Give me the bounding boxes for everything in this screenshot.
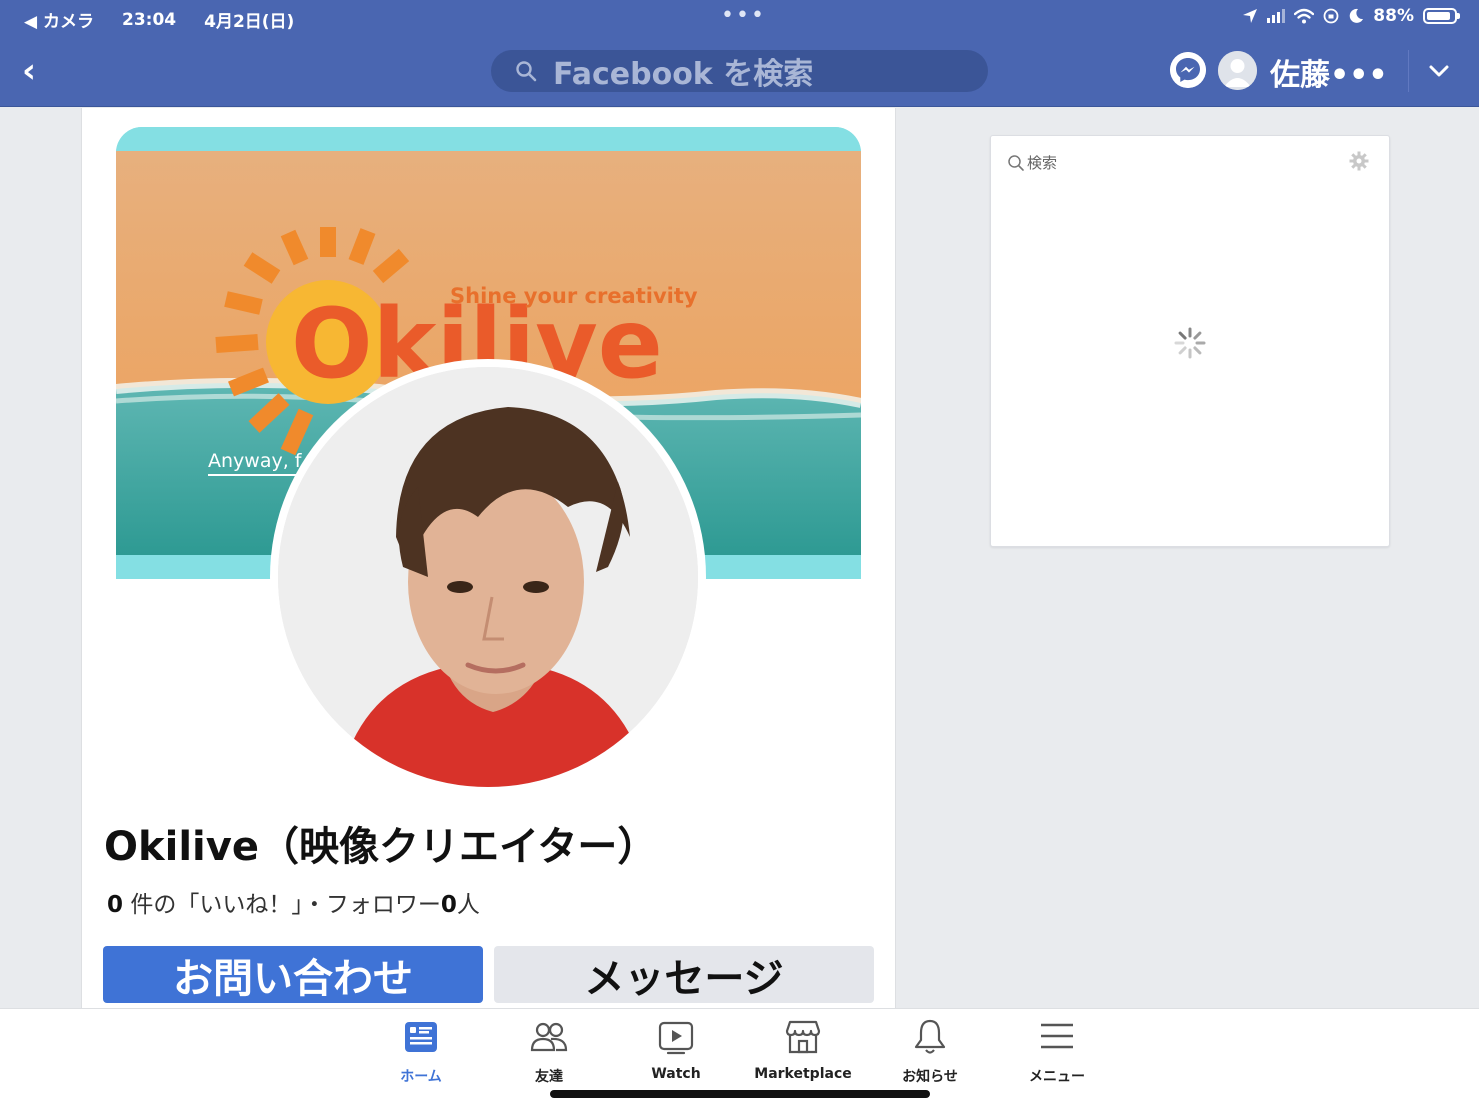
home-feed-icon bbox=[405, 1022, 437, 1052]
do-not-disturb-moon-icon bbox=[1350, 8, 1364, 23]
menu-hamburger-icon bbox=[1041, 1023, 1073, 1049]
loading-spinner-icon bbox=[1174, 327, 1206, 359]
page-like-follower-stats: 0 件の「いいね！」・フォロワー0人 bbox=[107, 885, 480, 919]
facebook-search-input[interactable]: Facebook を検索 bbox=[491, 50, 988, 92]
cover-tagline: Shine your creativity bbox=[450, 284, 698, 308]
gear-icon[interactable] bbox=[1349, 151, 1369, 171]
contact-button[interactable]: お問い合わせ bbox=[103, 946, 483, 1003]
tab-label: メニュー bbox=[1029, 1069, 1085, 1085]
messenger-icon[interactable] bbox=[1170, 52, 1206, 88]
battery-percent: 88% bbox=[1373, 6, 1414, 26]
tab-label: 友達 bbox=[535, 1069, 563, 1085]
back-to-app-link[interactable]: ◀ カメラ bbox=[24, 7, 94, 32]
tab-marketplace[interactable]: Marketplace bbox=[747, 1017, 859, 1089]
likes-label: 件の「いいね！」・フォロワー bbox=[123, 892, 441, 918]
wifi-icon bbox=[1294, 8, 1315, 24]
cellular-signal-icon bbox=[1267, 9, 1286, 23]
status-bar-right: 88% bbox=[1242, 6, 1460, 26]
multitasking-dots[interactable]: ••• bbox=[721, 5, 766, 27]
battery-icon bbox=[1423, 8, 1460, 24]
orientation-lock-icon bbox=[1323, 8, 1339, 24]
side-search-placeholder: 検索 bbox=[1027, 154, 1058, 172]
search-icon bbox=[516, 61, 537, 82]
user-name-link[interactable]: 佐藤••• bbox=[1270, 50, 1388, 94]
profile-picture[interactable] bbox=[278, 367, 698, 787]
default-user-icon bbox=[1218, 51, 1257, 90]
marketplace-store-icon bbox=[785, 1020, 821, 1054]
followers-unit: 人 bbox=[456, 892, 480, 918]
tab-friends[interactable]: 友達 bbox=[494, 1017, 604, 1089]
followers-count: 0 bbox=[440, 892, 457, 918]
side-search-input[interactable]: 検索 bbox=[1007, 152, 1057, 173]
status-bar-left: ◀ カメラ 23:04 4月2日(日) bbox=[24, 7, 295, 33]
tab-label: お知らせ bbox=[902, 1069, 958, 1085]
tab-label: ホーム bbox=[400, 1069, 442, 1085]
tab-menu[interactable]: メニュー bbox=[1002, 1017, 1112, 1089]
cover-subline: Anyway, f bbox=[208, 450, 303, 472]
user-avatar[interactable] bbox=[1218, 51, 1257, 90]
friends-icon bbox=[530, 1022, 568, 1052]
page-title: Okilive（映像クリエイター） bbox=[104, 824, 658, 870]
tab-notifications[interactable]: お知らせ bbox=[875, 1017, 985, 1089]
home-indicator[interactable] bbox=[550, 1090, 930, 1098]
tab-label: Watch bbox=[651, 1066, 701, 1082]
status-time: 23:04 bbox=[122, 9, 177, 30]
chevron-down-icon[interactable] bbox=[1426, 58, 1452, 84]
tab-home[interactable]: ホーム bbox=[366, 1017, 476, 1089]
tab-label: Marketplace bbox=[754, 1066, 852, 1082]
profile-portrait-illustration bbox=[278, 367, 698, 787]
top-bar: ◀ カメラ 23:04 4月2日(日) ••• 88% ‹ Facebook を… bbox=[0, 0, 1479, 107]
status-date: 4月2日(日) bbox=[204, 12, 295, 32]
watch-play-icon bbox=[658, 1021, 694, 1055]
bell-icon bbox=[914, 1019, 946, 1054]
tab-watch[interactable]: Watch bbox=[621, 1017, 731, 1089]
search-placeholder: Facebook を検索 bbox=[553, 57, 814, 92]
likes-count: 0 bbox=[107, 892, 124, 918]
back-button[interactable]: ‹ bbox=[22, 53, 52, 89]
message-button[interactable]: メッセージ bbox=[494, 946, 874, 1003]
side-search-panel: 検索 bbox=[990, 135, 1390, 547]
header-divider bbox=[1408, 50, 1409, 92]
search-icon bbox=[1008, 154, 1024, 171]
location-arrow-icon bbox=[1243, 9, 1258, 23]
